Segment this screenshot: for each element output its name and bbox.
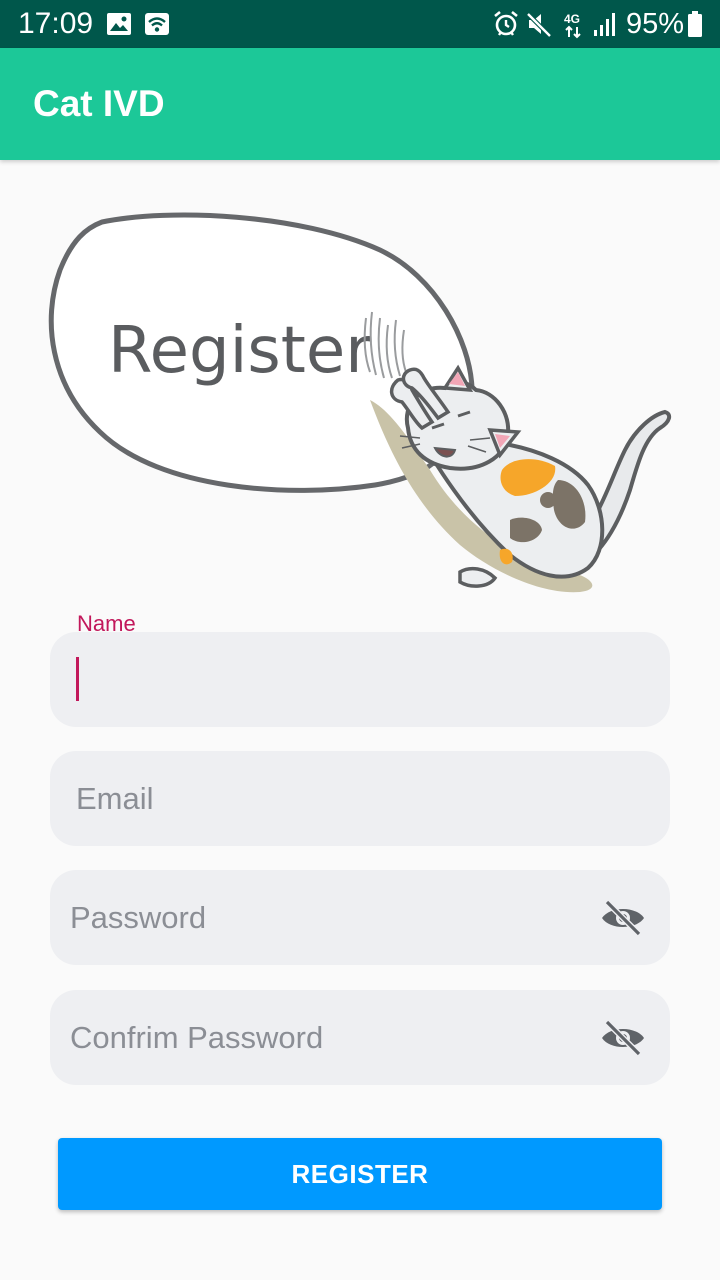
signal-icon — [594, 13, 615, 36]
mute-icon — [526, 12, 552, 38]
register-illustration: Register — [48, 212, 672, 593]
confirm-password-field[interactable]: Confrim Password — [50, 990, 670, 1085]
email-field[interactable]: Email — [50, 751, 670, 846]
battery-icon — [688, 11, 702, 37]
register-button[interactable]: REGISTER — [58, 1138, 662, 1210]
confirm-password-placeholder: Confrim Password — [70, 1020, 324, 1055]
visibility-off-icon[interactable] — [600, 1018, 646, 1058]
alarm-icon — [494, 10, 518, 36]
password-field[interactable]: Password — [50, 870, 670, 965]
image-icon — [107, 13, 131, 35]
app-title: Cat IVD — [33, 83, 165, 124]
svg-text:4G: 4G — [564, 12, 580, 26]
visibility-off-icon[interactable] — [600, 898, 646, 938]
email-placeholder: Email — [76, 781, 154, 816]
wifi-icon — [145, 13, 169, 35]
bubble-text: Register — [108, 314, 372, 388]
password-placeholder: Password — [70, 900, 207, 935]
name-field[interactable] — [50, 632, 670, 727]
cat-drawing — [370, 364, 672, 593]
battery-percent: 95% — [626, 8, 685, 40]
status-time: 17:09 — [18, 7, 94, 40]
status-bar: 17:09 4G 95% — [0, 0, 720, 48]
network-4g-icon: 4G — [564, 12, 581, 39]
app-bar: Cat IVD — [0, 48, 720, 160]
text-cursor — [76, 657, 79, 701]
